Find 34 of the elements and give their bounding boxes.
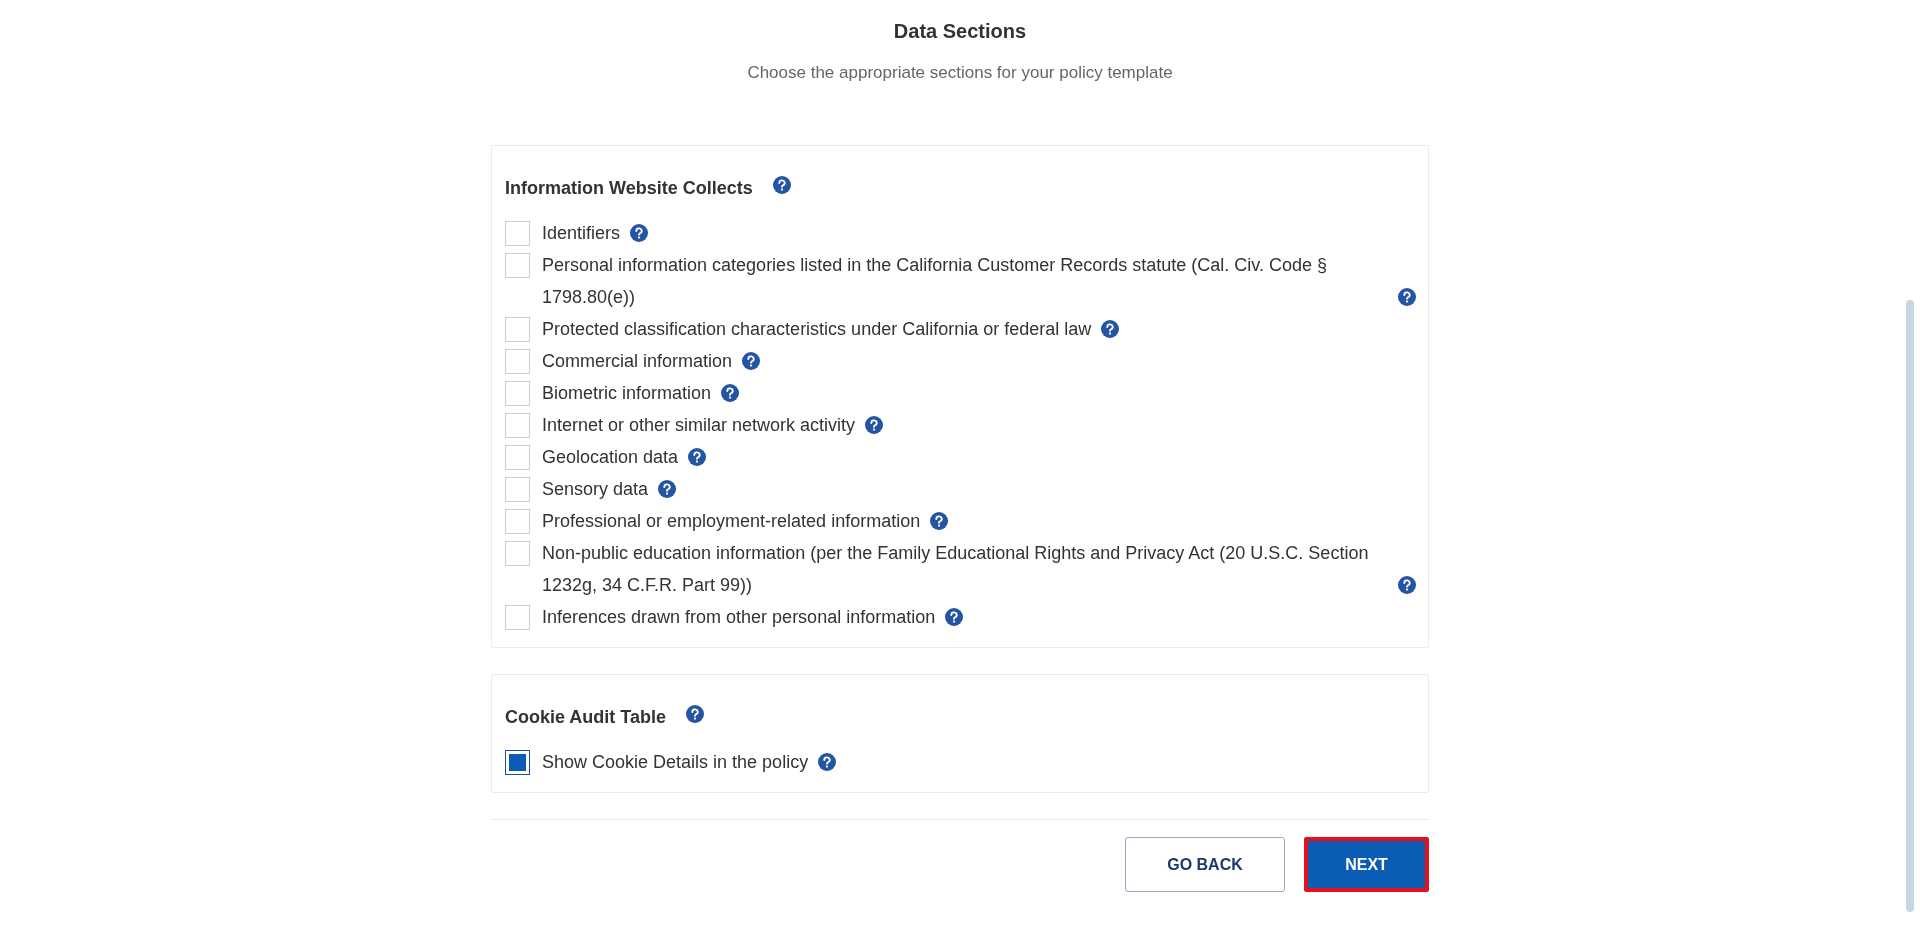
checkbox-label: Protected classification characteristics under California or federal law: [542, 318, 1092, 341]
checkbox-label: Identifiers: [542, 222, 621, 245]
help-icon[interactable]: [658, 480, 677, 498]
checkbox-label: Biometric information: [542, 382, 712, 405]
checkbox[interactable]: [505, 750, 530, 775]
page-title: Data Sections: [893, 20, 1027, 43]
section-title: Cookie Audit Table: [505, 707, 666, 728]
back-button[interactable]: GO BACK: [1125, 837, 1285, 892]
help-icon[interactable]: [686, 705, 704, 723]
checkbox-label: Commercial information: [542, 350, 733, 373]
help-icon[interactable]: [1398, 288, 1416, 306]
help-icon[interactable]: [772, 176, 791, 194]
help-icon[interactable]: [1101, 320, 1120, 338]
checkbox-label: Show Cookie Details in the policy: [542, 751, 809, 774]
checkbox-label: Non-public education information (per the Family Educational Rights and Privacy Act (20 U.S.C. Section 1232g, 34 C.F.R. Part 99)): [542, 542, 1370, 597]
help-icon[interactable]: [865, 416, 884, 434]
page-subtitle: Choose the appropriate sections for your policy template: [747, 63, 1173, 83]
help-icon[interactable]: [630, 224, 649, 242]
checkbox-label: Internet or other similar network activity: [542, 414, 856, 437]
checkbox-label: Sensory data: [542, 478, 649, 501]
checkbox-label: Personal information categories listed in the California Customer Records statute (Cal. Civ. Code § 1798.80(e)): [542, 254, 1329, 309]
help-icon[interactable]: [945, 608, 964, 626]
checkbox-label: Geolocation data: [542, 446, 679, 469]
help-icon[interactable]: [1398, 576, 1416, 594]
help-icon[interactable]: [742, 352, 761, 370]
next-button[interactable]: NEXT: [1304, 837, 1429, 892]
help-icon[interactable]: [721, 384, 740, 402]
checkbox-label: Professional or employment-related information: [542, 510, 921, 533]
scrollbar[interactable]: [1906, 300, 1914, 912]
section-title: Information Website Collects: [505, 178, 753, 199]
help-icon[interactable]: [688, 448, 707, 466]
help-icon[interactable]: [818, 753, 837, 771]
help-icon[interactable]: [930, 512, 949, 530]
checkbox-label: Inferences drawn from other personal information: [542, 606, 936, 629]
